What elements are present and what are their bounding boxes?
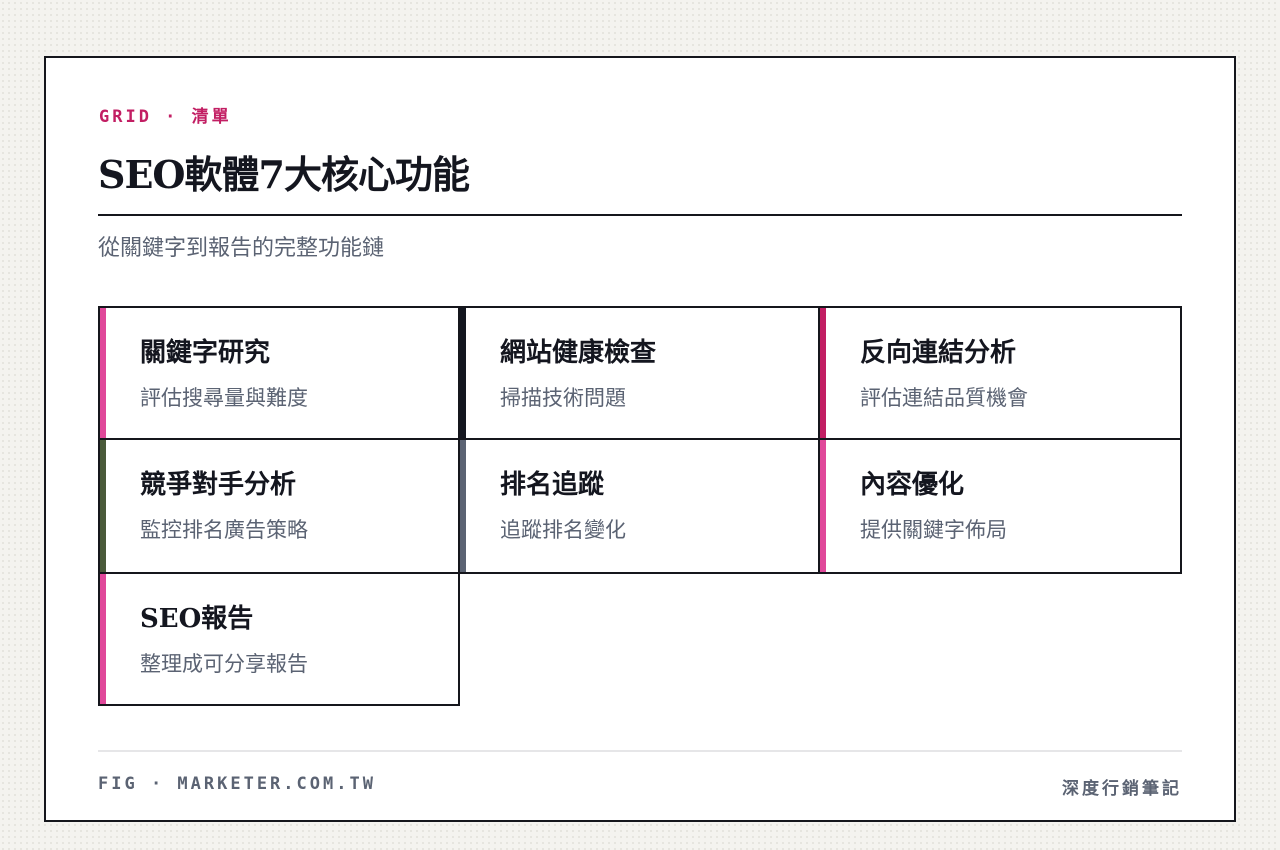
feature-cell-backlink-analysis: 反向連結分析 評估連結品質機會 (818, 306, 1182, 440)
infographic-card: GRID · 清單 SEO軟體7大核心功能 從關鍵字到報告的完整功能鏈 關鍵字研… (44, 56, 1236, 822)
title-divider (98, 214, 1182, 216)
footer-brand: 深度行銷筆記 (1062, 779, 1182, 799)
accent-bar (460, 308, 466, 438)
feature-cell-rank-tracking: 排名追蹤 追蹤排名變化 (458, 438, 820, 574)
feature-cell-keyword-research: 關鍵字研究 評估搜尋量與難度 (98, 306, 460, 440)
accent-bar (820, 308, 826, 438)
footer-source: FIG · MARKETER.COM.TW (98, 774, 376, 794)
page-subtitle: 從關鍵字到報告的完整功能鏈 (98, 236, 385, 261)
accent-bar (100, 308, 106, 438)
feature-cell-content-optimization: 內容優化 提供關鍵字佈局 (818, 438, 1182, 574)
feature-title: 反向連結分析 (860, 338, 1017, 368)
accent-bar (820, 440, 826, 572)
feature-description: 監控排名廣告策略 (140, 518, 308, 542)
feature-description: 提供關鍵字佈局 (860, 518, 1007, 542)
feature-title: SEO報告 (140, 604, 254, 634)
feature-description: 評估搜尋量與難度 (140, 386, 308, 410)
feature-description: 評估連結品質機會 (860, 386, 1028, 410)
feature-title: 排名追蹤 (500, 470, 605, 500)
feature-title: 關鍵字研究 (140, 338, 271, 368)
feature-cell-competitor-analysis: 競爭對手分析 監控排名廣告策略 (98, 438, 460, 574)
accent-bar (100, 440, 106, 572)
page-title: SEO軟體7大核心功能 (98, 152, 470, 197)
feature-grid: 關鍵字研究 評估搜尋量與難度 網站健康檢查 掃描技術問題 反向連結分析 評估連結… (98, 306, 1182, 706)
feature-title: 網站健康檢查 (500, 338, 657, 368)
feature-cell-site-audit: 網站健康檢查 掃描技術問題 (458, 306, 820, 440)
feature-title: 內容優化 (860, 470, 965, 500)
accent-bar (460, 440, 466, 572)
feature-title: 競爭對手分析 (140, 470, 297, 500)
feature-description: 掃描技術問題 (500, 386, 626, 410)
feature-description: 整理成可分享報告 (140, 652, 308, 676)
accent-bar (100, 574, 106, 704)
feature-cell-seo-report: SEO報告 整理成可分享報告 (98, 572, 460, 706)
footer-divider (98, 750, 1182, 752)
feature-description: 追蹤排名變化 (500, 518, 626, 542)
eyebrow-label: GRID · 清單 (99, 107, 232, 127)
